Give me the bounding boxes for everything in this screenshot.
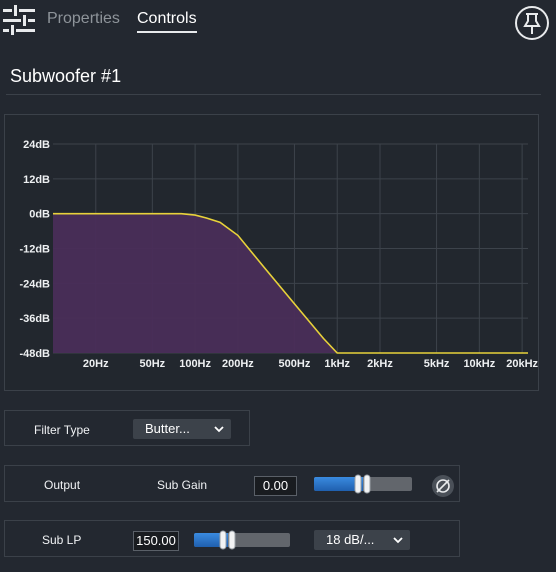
phase-invert-icon[interactable] [431, 474, 455, 498]
sub-lp-row: Sub LP 150.00 18 dB/... [4, 520, 460, 557]
filter-type-label: Filter Type [34, 423, 90, 437]
slider-thumb[interactable] [218, 530, 238, 550]
slider-thumb[interactable] [353, 474, 373, 494]
output-row: Output Sub Gain 0.00 [4, 465, 460, 502]
x-tick-label: 100Hz [179, 358, 211, 370]
filter-type-row: Filter Type Butter... [4, 410, 250, 446]
tab-properties[interactable]: Properties [47, 10, 120, 28]
slope-value: 18 dB/... [326, 532, 375, 547]
x-tick-label: 20kHz [506, 358, 538, 370]
x-tick-label: 20Hz [83, 358, 109, 370]
sub-lp-input[interactable]: 150.00 [133, 531, 179, 551]
x-tick-label: 5kHz [424, 358, 450, 370]
chevron-down-icon [214, 426, 224, 433]
y-tick-label: -24dB [19, 278, 50, 290]
chevron-down-icon [393, 537, 403, 544]
x-tick-label: 2kHz [367, 358, 393, 370]
x-tick-label: 1kHz [324, 358, 350, 370]
sub-gain-slider[interactable] [314, 474, 412, 494]
page-title: Subwoofer #1 [10, 66, 122, 86]
sliders-icon[interactable] [3, 5, 35, 35]
x-tick-label: 50Hz [139, 358, 165, 370]
pin-icon[interactable] [514, 5, 550, 41]
x-tick-label: 200Hz [222, 358, 254, 370]
frequency-response-chart: 24dB 12dB 0dB -12dB -24dB -36dB -48dB 20Hz 50Hz 1… [4, 114, 539, 391]
y-tick-label: -12dB [19, 244, 50, 256]
x-tick-label: 10kHz [463, 358, 495, 370]
sub-gain-input[interactable]: 0.00 [254, 476, 297, 496]
sub-lp-slider[interactable] [194, 530, 290, 550]
x-tick-label: 500Hz [279, 358, 311, 370]
filter-type-value: Butter... [145, 421, 190, 436]
filter-type-dropdown[interactable]: Butter... [133, 419, 231, 439]
chart-svg: 24dB 12dB 0dB -12dB -24dB -36dB -48dB 20Hz 50Hz 1… [19, 139, 538, 370]
sub-gain-label: Sub Gain [157, 478, 208, 492]
y-tick-label: 12dB [23, 174, 50, 186]
tab-controls[interactable]: Controls [137, 10, 197, 33]
output-label: Output [44, 478, 81, 492]
top-bar: Properties Controls [0, 0, 556, 44]
y-tick-label: -36dB [19, 313, 50, 325]
slope-dropdown[interactable]: 18 dB/... [314, 530, 410, 550]
divider [6, 94, 541, 95]
y-tick-label: 24dB [23, 139, 50, 151]
y-tick-label: -48dB [19, 348, 50, 360]
y-tick-label: 0dB [29, 209, 50, 221]
sub-lp-label: Sub LP [42, 533, 82, 547]
